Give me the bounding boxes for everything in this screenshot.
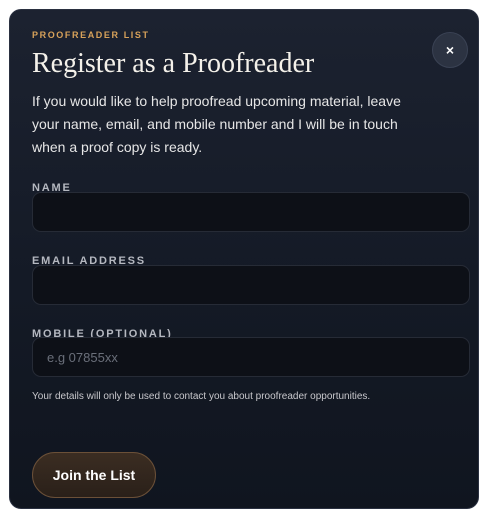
- proofreader-modal: PROOFREADER LIST Register as a Proofread…: [9, 9, 479, 509]
- privacy-note: Your details will only be used to contac…: [32, 391, 371, 402]
- modal-title: Register as a Proofreader: [32, 48, 315, 79]
- mobile-input[interactable]: [32, 337, 470, 377]
- email-input[interactable]: [32, 265, 470, 305]
- close-icon: ×: [445, 42, 455, 58]
- name-input[interactable]: [32, 192, 470, 232]
- close-button[interactable]: ×: [432, 32, 468, 68]
- join-list-button[interactable]: Join the List: [32, 452, 156, 498]
- intro-text: If you would like to help proofread upco…: [32, 93, 401, 155]
- modal-eyebrow: PROOFREADER LIST: [32, 30, 150, 40]
